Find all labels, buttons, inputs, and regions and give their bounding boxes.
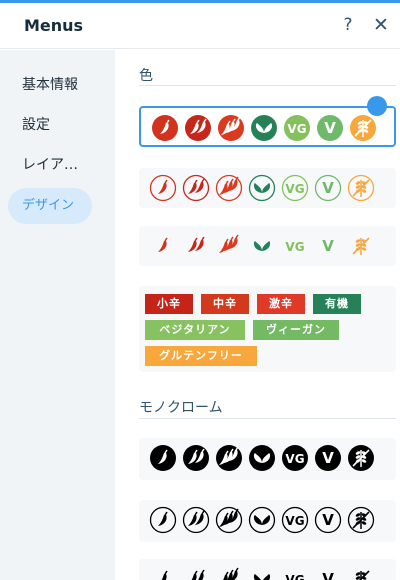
chili-mild-icon <box>161 570 168 580</box>
vegetarian-icon: V <box>315 445 341 471</box>
organic-leaf-icon <box>251 115 277 141</box>
section-divider <box>139 85 396 86</box>
vegetarian-icon: V <box>317 115 343 141</box>
section-title-color: 色 <box>139 68 153 84</box>
tag-label: 有機 <box>313 294 361 314</box>
vegan-icon: VG <box>282 445 308 471</box>
svg-text:VG: VG <box>285 514 304 528</box>
gluten-free-icon <box>355 570 370 580</box>
vegan-icon: VG <box>285 573 304 580</box>
svg-text:VG: VG <box>285 452 304 466</box>
icon-style-plain-color[interactable]: VG V <box>139 226 396 266</box>
icon-row-outline-color: VG V <box>149 174 375 202</box>
chili-medium-icon <box>182 174 210 202</box>
chili-mild-icon <box>149 506 177 534</box>
vegetarian-icon: V <box>314 506 342 534</box>
gluten-free-icon <box>348 445 374 471</box>
icon-style-outline-mono[interactable]: VG V <box>139 500 396 542</box>
organic-leaf-icon <box>253 574 271 580</box>
design-panel: 色 VG V VG V VG V 小辛 中辛 激辛 有機ベジタリアン ヴィーガングルテンフリー… <box>115 50 400 580</box>
gluten-free-icon <box>352 237 370 255</box>
chili-mild-icon <box>149 174 177 202</box>
panel-title: Menus <box>24 16 84 35</box>
vegan-icon: VG <box>281 506 309 534</box>
tag-label: ベジタリアン <box>145 320 245 340</box>
svg-text:V: V <box>322 179 334 197</box>
panel-header: Menus ? ✕ <box>0 3 400 49</box>
svg-text:VG: VG <box>285 573 304 580</box>
icon-style-plain-mono[interactable]: VG V <box>139 559 396 580</box>
chili-medium-icon <box>183 445 209 471</box>
vegetarian-icon: V <box>322 237 334 255</box>
gluten-free-icon <box>347 174 375 202</box>
svg-text:VG: VG <box>287 122 306 136</box>
icon-row-filled-mono: VG V <box>150 445 374 471</box>
icon-row-filled-color: VG V <box>152 115 376 141</box>
svg-text:VG: VG <box>285 240 304 254</box>
vegetarian-icon: V <box>314 174 342 202</box>
icon-row-outline-mono: VG V <box>149 506 375 534</box>
svg-text:V: V <box>324 119 336 137</box>
tag-label: 小辛 <box>145 294 193 314</box>
svg-text:V: V <box>322 237 334 255</box>
vegan-icon: VG <box>284 115 310 141</box>
icon-style-filled-color[interactable]: VG V <box>139 106 396 147</box>
chili-hot-icon <box>215 506 243 534</box>
chili-hot-icon <box>219 234 239 253</box>
svg-text:V: V <box>322 511 334 529</box>
organic-leaf-icon <box>248 506 276 534</box>
chili-mild-icon <box>158 237 168 252</box>
chili-hot-icon <box>215 174 243 202</box>
chili-mild-icon <box>150 445 176 471</box>
sidebar-item-settings[interactable]: 設定 <box>22 114 50 134</box>
sidebar-item-basic-info[interactable]: 基本情報 <box>22 74 78 94</box>
chili-medium-icon <box>182 506 210 534</box>
icon-row-plain-mono: VG V <box>161 567 370 580</box>
gluten-free-icon <box>350 115 376 141</box>
chili-hot-icon <box>223 567 239 580</box>
vegan-icon: VG <box>285 240 304 254</box>
section-title-mono: モノクローム <box>139 400 223 416</box>
chili-hot-icon <box>218 115 244 141</box>
organic-leaf-icon <box>248 174 276 202</box>
vegan-icon: VG <box>281 174 309 202</box>
svg-text:VG: VG <box>285 182 304 196</box>
organic-leaf-icon <box>249 445 275 471</box>
selected-indicator <box>367 96 387 116</box>
section-divider <box>139 418 396 419</box>
icon-row-plain-color: VG V <box>158 234 370 255</box>
sidebar: 基本情報 設定 レイア… デザイン <box>0 50 115 580</box>
chili-medium-icon <box>185 115 211 141</box>
tag-label: 中辛 <box>201 294 249 314</box>
icon-style-text-tags[interactable]: 小辛 中辛 激辛 有機ベジタリアン ヴィーガングルテンフリー <box>139 286 396 372</box>
tag-label: グルテンフリー <box>145 346 257 366</box>
svg-text:V: V <box>322 449 334 467</box>
svg-text:V: V <box>322 570 334 580</box>
sidebar-item-layout[interactable]: レイア… <box>22 154 78 174</box>
close-button[interactable]: ✕ <box>370 14 392 36</box>
tag-label: 激辛 <box>257 294 305 314</box>
vegetarian-icon: V <box>322 570 334 580</box>
icon-style-filled-mono[interactable]: VG V <box>139 438 396 480</box>
icon-style-outline-color[interactable]: VG V <box>139 168 396 208</box>
chili-medium-icon <box>188 236 205 252</box>
sidebar-item-design[interactable]: デザイン <box>8 188 92 224</box>
tag-label: ヴィーガン <box>253 320 339 340</box>
chili-mild-icon <box>152 115 178 141</box>
chili-hot-icon <box>216 445 242 471</box>
organic-leaf-icon <box>253 241 271 251</box>
gluten-free-icon <box>347 506 375 534</box>
chili-medium-icon <box>191 569 205 580</box>
help-button[interactable]: ? <box>337 14 359 36</box>
